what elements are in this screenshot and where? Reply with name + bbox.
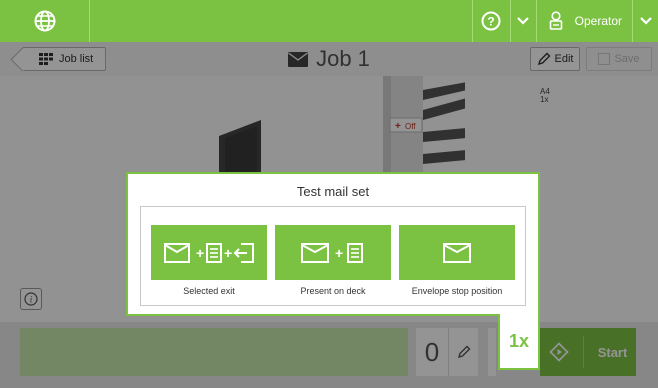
test-mail-set-dialog: Test mail set + + Selected exit + Presen… — [126, 172, 540, 316]
help-menu-toggle[interactable] — [509, 0, 536, 42]
chevron-down-icon — [639, 17, 652, 25]
svg-text:+: + — [196, 245, 204, 261]
svg-text:?: ? — [487, 15, 494, 29]
question-circle-icon: ? — [481, 11, 501, 31]
help-button[interactable]: ? — [471, 0, 510, 42]
svg-text:+: + — [224, 245, 232, 261]
svg-text:+: + — [335, 245, 343, 261]
user-badge-icon — [549, 11, 562, 30]
option-tile[interactable]: + + — [151, 225, 267, 280]
option-tile[interactable] — [399, 225, 515, 280]
option-tile[interactable]: + — [275, 225, 391, 280]
option-selected-exit[interactable]: + + Selected exit — [151, 225, 267, 296]
dialog-title: Test mail set — [296, 184, 370, 199]
language-button[interactable] — [0, 0, 90, 42]
envelope-doc-exit-icon: + + — [164, 242, 254, 263]
operator-label: Operator — [574, 14, 622, 28]
envelope-doc-icon: + — [301, 242, 363, 263]
option-label: Envelope stop position — [411, 286, 503, 296]
option-envelope-stop-position[interactable]: Envelope stop position — [399, 225, 515, 296]
top-bar: ? Operator — [0, 0, 658, 42]
operator-menu-toggle[interactable] — [632, 0, 658, 42]
test-options: + + Selected exit + Present on deck Enve… — [140, 206, 526, 306]
multiplier-tab[interactable]: 1x — [498, 314, 540, 370]
chevron-down-icon — [517, 17, 529, 25]
option-present-on-deck[interactable]: + Present on deck — [275, 225, 391, 296]
globe-icon — [34, 10, 55, 32]
option-label: Selected exit — [183, 286, 235, 296]
envelope-icon — [443, 242, 471, 263]
option-label: Present on deck — [300, 286, 366, 296]
operator-menu[interactable]: Operator — [535, 0, 632, 42]
